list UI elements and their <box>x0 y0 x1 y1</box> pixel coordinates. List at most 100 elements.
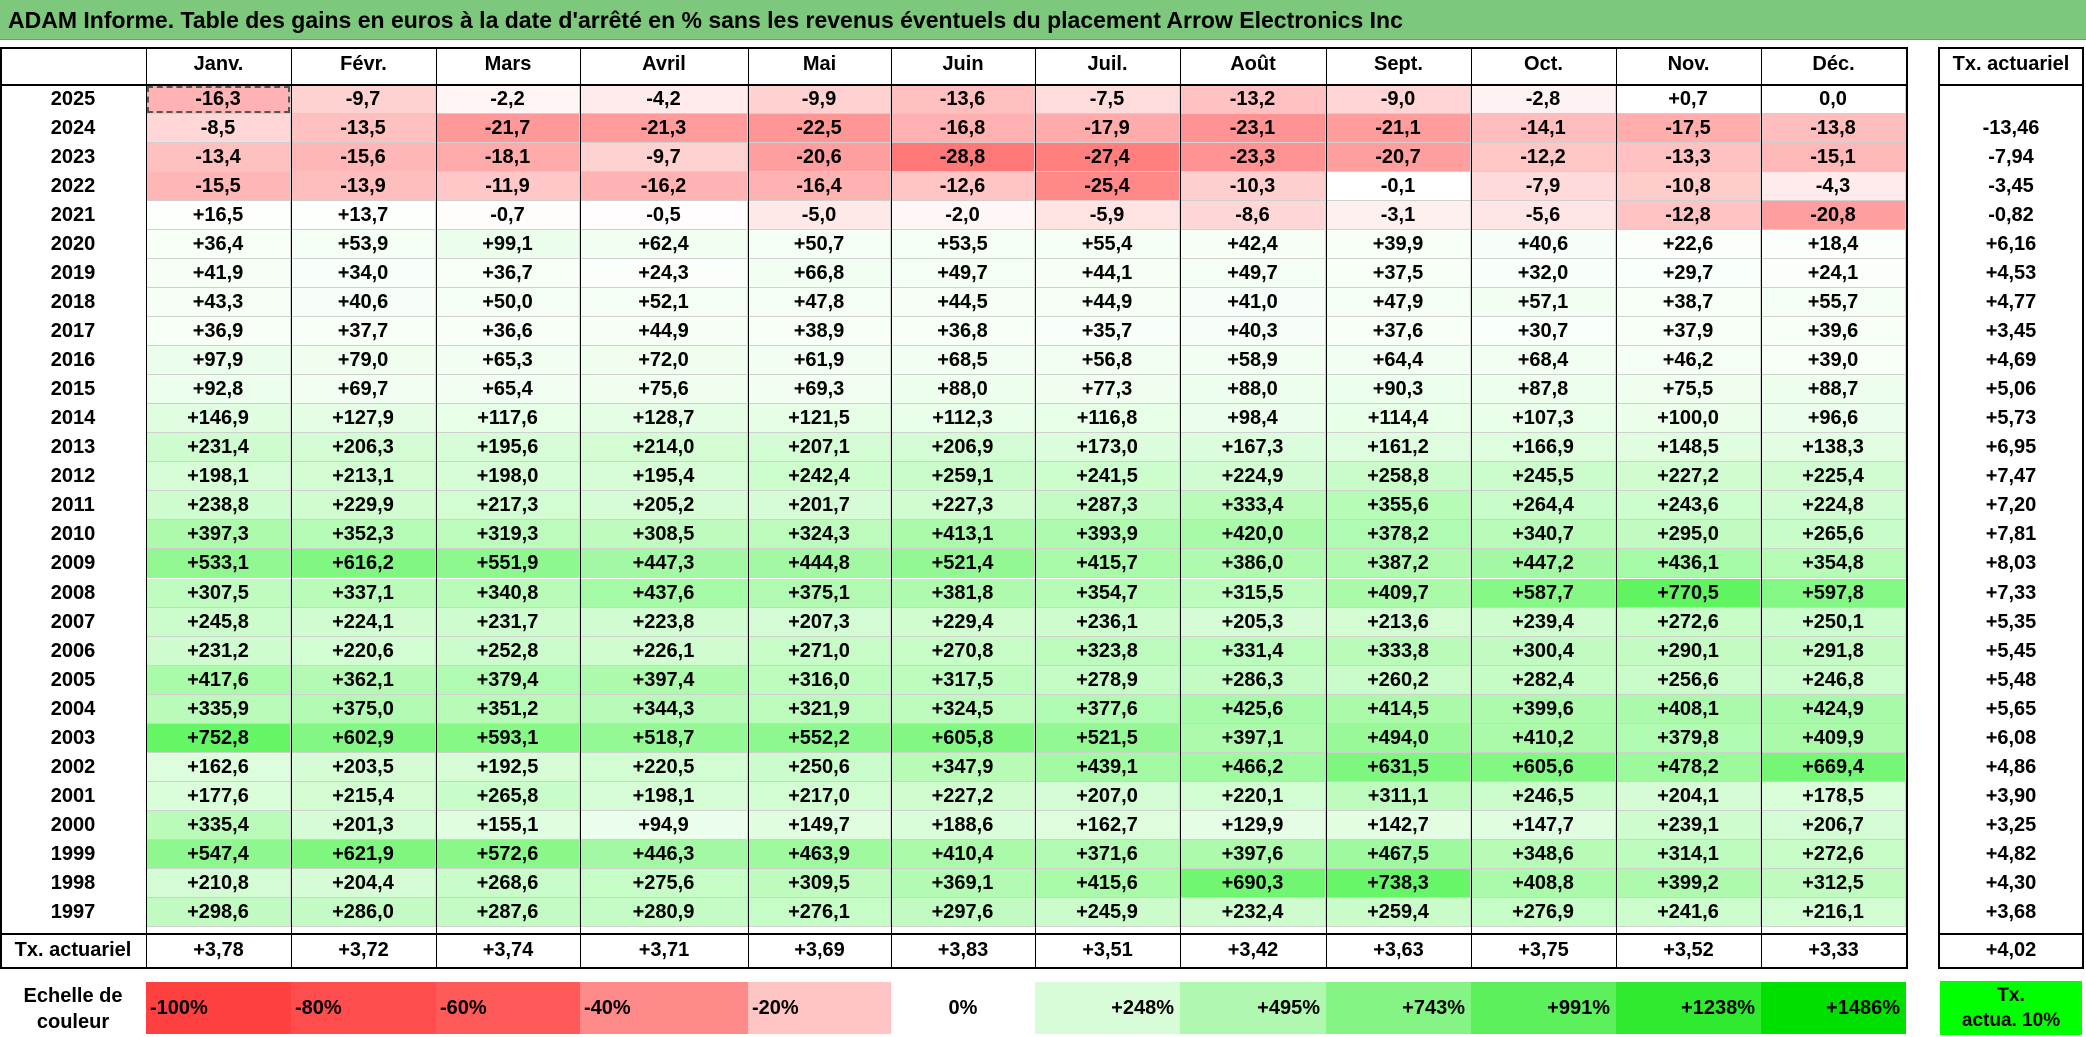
gain-cell: -16,3 <box>146 85 291 115</box>
gain-cell: +410,2 <box>1471 723 1616 753</box>
gain-cell: +207,3 <box>748 607 891 637</box>
gain-cell: +463,9 <box>748 839 891 869</box>
gain-cell: +467,5 <box>1326 839 1471 869</box>
gain-cell: +203,5 <box>291 752 436 782</box>
color-scale-label-line1: Echelle de <box>23 985 123 1007</box>
gain-cell: +521,5 <box>1035 723 1180 753</box>
tx-actuariel-cell: +7,47 <box>1985 465 2037 488</box>
gain-cell: +44,9 <box>1035 288 1180 318</box>
color-scale-swatch: 0% <box>891 982 1035 1034</box>
gain-cell: +173,0 <box>1035 433 1180 463</box>
tx-actuariel-cell: +5,35 <box>1985 610 2037 633</box>
gain-cell: -23,3 <box>1180 143 1326 173</box>
gain-cell: +533,1 <box>146 549 291 579</box>
year-label: 2019 <box>50 262 96 285</box>
gain-cell: +436,1 <box>1616 549 1761 579</box>
tx-actuariel-cell: +5,45 <box>1985 639 2037 662</box>
gain-cell: +215,4 <box>291 781 436 811</box>
gain-cell: +444,8 <box>748 549 891 579</box>
gain-cell: +231,2 <box>146 636 291 666</box>
year-label: 2023 <box>50 146 96 169</box>
gain-cell: +16,5 <box>146 201 291 231</box>
color-scale-swatch: -80% <box>291 982 436 1034</box>
gain-cell: +413,1 <box>891 520 1035 550</box>
gain-cell: +206,9 <box>891 433 1035 463</box>
gain-cell: +29,7 <box>1616 259 1761 289</box>
gain-cell: +195,4 <box>580 462 748 492</box>
color-scale-swatch: -40% <box>580 982 748 1034</box>
gain-cell: -4,2 <box>580 85 748 115</box>
year-label: 2018 <box>50 291 96 314</box>
year-label: 2006 <box>50 639 96 662</box>
gain-cell: +605,8 <box>891 723 1035 753</box>
gain-cell: +521,4 <box>891 549 1035 579</box>
gain-cell: +229,9 <box>291 491 436 521</box>
gain-cell: +354,8 <box>1761 549 1906 579</box>
gain-cell: -21,1 <box>1326 114 1471 144</box>
gain-cell: +282,4 <box>1471 665 1616 695</box>
gain-cell: +72,0 <box>580 346 748 376</box>
gain-cell: -0,5 <box>580 201 748 231</box>
gain-cell: +79,0 <box>291 346 436 376</box>
tx-actuariel-cell: +4,86 <box>1985 755 2037 778</box>
gain-cell: +213,6 <box>1326 607 1471 637</box>
gain-cell: +437,6 <box>580 578 748 608</box>
gain-cell: -13,9 <box>291 172 436 202</box>
gain-cell: +94,9 <box>580 810 748 840</box>
gain-cell: -21,3 <box>580 114 748 144</box>
gain-cell: +344,3 <box>580 694 748 724</box>
gain-cell: +265,6 <box>1761 520 1906 550</box>
gain-cell: -18,1 <box>436 143 580 173</box>
gain-cell: -7,9 <box>1471 172 1616 202</box>
gain-cell: -7,5 <box>1035 85 1180 115</box>
gain-cell: +99,1 <box>436 230 580 260</box>
gain-cell: -9,7 <box>580 143 748 173</box>
year-label: 2022 <box>50 175 96 198</box>
year-label: 1999 <box>50 842 96 865</box>
tx-actuariel-cell: -0,82 <box>1988 204 2034 227</box>
gain-cell: +44,1 <box>1035 259 1180 289</box>
gain-cell: +88,0 <box>891 375 1035 405</box>
footer-value: +3,33 <box>1808 939 1859 961</box>
year-label: 2005 <box>50 668 96 691</box>
gain-cell: +333,8 <box>1326 636 1471 666</box>
gain-cell: +270,8 <box>891 636 1035 666</box>
gain-cell: -17,5 <box>1616 114 1761 144</box>
gain-cell: +260,2 <box>1326 665 1471 695</box>
gain-cell: +227,2 <box>891 781 1035 811</box>
gain-cell: -27,4 <box>1035 143 1180 173</box>
gain-cell: +738,3 <box>1326 868 1471 898</box>
gain-cell: -14,1 <box>1471 114 1616 144</box>
gain-cell: 0,0 <box>1761 85 1906 115</box>
gain-cell: +188,6 <box>891 810 1035 840</box>
color-scale-swatch: +495% <box>1180 982 1326 1034</box>
gain-cell: +347,9 <box>891 752 1035 782</box>
gain-cell: +321,9 <box>748 694 891 724</box>
gain-cell: +335,9 <box>146 694 291 724</box>
gain-cell: +307,5 <box>146 578 291 608</box>
gain-cell: +354,7 <box>1035 578 1180 608</box>
gain-cell: +287,6 <box>436 897 580 927</box>
year-label: 2014 <box>50 407 96 430</box>
month-header: Sept. <box>1374 53 1423 75</box>
gain-cell: +37,7 <box>291 317 436 347</box>
year-label: 2017 <box>50 320 96 343</box>
column-divider <box>1180 47 1181 967</box>
gain-cell: -4,3 <box>1761 172 1906 202</box>
gain-cell: +142,7 <box>1326 810 1471 840</box>
gain-cell: -22,5 <box>748 114 891 144</box>
gain-cell: +32,0 <box>1471 259 1616 289</box>
year-label: 1998 <box>50 871 96 894</box>
gain-cell: +494,0 <box>1326 723 1471 753</box>
gain-cell: +224,8 <box>1761 491 1906 521</box>
gain-cell: +231,4 <box>146 433 291 463</box>
gain-cell: +65,4 <box>436 375 580 405</box>
gain-cell: +399,2 <box>1616 868 1761 898</box>
gain-cell: +316,0 <box>748 665 891 695</box>
gain-cell: +447,3 <box>580 549 748 579</box>
gain-cell: +770,5 <box>1616 578 1761 608</box>
gain-cell: +348,6 <box>1471 839 1616 869</box>
gain-cell: +324,5 <box>891 694 1035 724</box>
year-label: 2002 <box>50 755 96 778</box>
gain-cell: +252,8 <box>436 636 580 666</box>
